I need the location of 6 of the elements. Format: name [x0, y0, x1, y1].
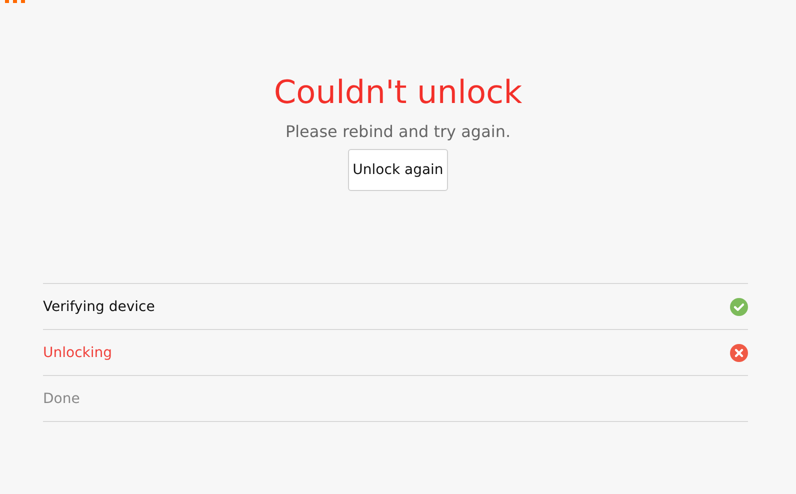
- unlock-again-button[interactable]: Unlock again: [348, 149, 448, 191]
- step-label: Verifying device: [43, 298, 155, 314]
- step-label: Done: [43, 390, 80, 406]
- step-label: Unlocking: [43, 344, 112, 360]
- message-text: Please rebind and try again.: [285, 122, 511, 141]
- page-title: Couldn't unlock: [274, 72, 522, 112]
